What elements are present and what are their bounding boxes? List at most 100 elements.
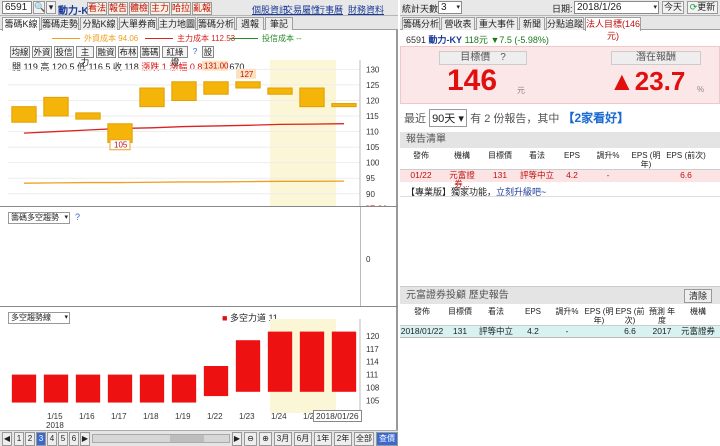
chart-tool-9[interactable]: 設 (202, 46, 214, 58)
chevron-down-icon: ▾ (456, 4, 460, 11)
tab-2[interactable]: 分點K線 (80, 17, 118, 30)
search-icon[interactable]: 🔍 (33, 1, 45, 14)
page-button-1[interactable]: 2 (25, 432, 35, 446)
date-toolbar: 統計天數: 3 ▾ 日期: 2018/1/26 ▾ 今天 ⟳更新 (400, 0, 720, 16)
tab-7[interactable]: 筆記 (265, 17, 293, 30)
report-list-empty (400, 196, 720, 286)
listHead-cell-1: 機構 (454, 151, 470, 160)
page-button-2[interactable]: 3 (36, 432, 46, 446)
range-button-1[interactable]: 6月 (294, 432, 312, 446)
year-label: 2018 (46, 421, 64, 430)
listHead-cell-0: 發佈 (413, 151, 429, 160)
zoom-in-icon[interactable]: ⊕ (259, 432, 272, 446)
trend-select[interactable]: 籌碼多空趨勢 ▾ (8, 212, 70, 224)
report-tabs: 籌碼分析 營收表 重大事件 新聞 分點追蹤 法人目標(146元) (400, 16, 720, 41)
candle (267, 87, 293, 95)
report-tab-1[interactable]: 營收表 (441, 17, 475, 30)
toolbar-button-1[interactable]: 報告 (108, 2, 128, 15)
legend-label-1: 主力成本 112.53 (177, 34, 236, 43)
report-tab-2[interactable]: 重大事件 (476, 17, 518, 30)
toolbar-link-1[interactable]: 交易屬性 (284, 3, 320, 16)
chart-tool-0[interactable]: 均線 (10, 46, 30, 58)
toolbar-link-2[interactable]: 行事曆 (316, 3, 343, 16)
tab-6[interactable]: 週報 (236, 17, 264, 30)
help-icon[interactable]: ? (500, 52, 506, 63)
chart-tool-4[interactable]: 融資 (96, 46, 116, 58)
candle (139, 87, 165, 108)
tab-4[interactable]: 主力地圖 (158, 17, 196, 30)
report-tab-4[interactable]: 分點追蹤 (546, 17, 584, 30)
tab-5[interactable]: 籌碼分析 (197, 17, 235, 30)
chevron-down-icon: ▾ (653, 4, 657, 11)
chart-tool-2[interactable]: 投信 (54, 46, 74, 58)
range-button-2[interactable]: 1年 (314, 432, 332, 446)
chart-tool-6[interactable]: 籌碼 (140, 46, 160, 58)
scroll-left-icon[interactable]: ◀ (2, 432, 12, 446)
scrollbar-thumb[interactable] (170, 435, 204, 442)
histRow-cell-3: 4.2 (527, 326, 539, 336)
report-tab-5[interactable]: 法人目標(146元) (585, 17, 641, 41)
today-button[interactable]: 今天 (662, 1, 684, 14)
date-picker[interactable]: 2018/1/26 ▾ (574, 1, 659, 14)
range-button-5[interactable]: 查價 (376, 432, 398, 446)
toolbar-button-5[interactable]: 亂報 (192, 2, 212, 15)
stock-change: ▼7.5 (-5.98%) (490, 35, 549, 45)
toolbar-button-2[interactable]: 體檢 (129, 2, 149, 15)
chevron-down-icon[interactable]: ▾ (46, 1, 56, 14)
toolbar-button-3[interactable]: 主力 (150, 2, 170, 15)
range-button-0[interactable]: 3月 (274, 432, 292, 446)
chart-tool-7[interactable]: 紅綠燈 (162, 46, 188, 67)
page-button-3[interactable]: 4 (47, 432, 57, 446)
y-tick-label: 110 (366, 128, 379, 137)
tab-0[interactable]: 籌碼K線 (2, 17, 40, 31)
toolbar-button-0[interactable]: 看法 (87, 2, 107, 15)
histRow-cell-2: 評等中立 (478, 326, 513, 336)
y-tick-label: 115 (366, 112, 379, 121)
toolbar-link-0[interactable]: 個股資訊 (252, 3, 288, 16)
range-button-4[interactable]: 全部 (354, 432, 374, 446)
axis-line (360, 207, 361, 307)
target-label-text: 目標價 (460, 52, 491, 63)
toolbar-button-4[interactable]: 哈拉 (171, 2, 191, 15)
tab-1[interactable]: 籌碼走勢 (41, 17, 79, 30)
toolbar-link-3[interactable]: 財務資料 (348, 3, 384, 16)
histHead-cell-6: EPS (前次) (615, 307, 645, 325)
y-tick-label: 114 (366, 358, 379, 367)
x-date-label: 1/16 (79, 412, 95, 421)
power-bar (171, 374, 197, 403)
x-date-label: 1/23 (239, 412, 255, 421)
report-tab-0[interactable]: 籌碼分析 (402, 17, 440, 30)
table-row[interactable]: 2018/01/22 131 評等中立 4.2 - 6.6 2017 元富證券 (400, 326, 720, 338)
report-filter: 最近 90天 ▾ 有 2 份報告，其中 【2家看好】 (404, 109, 629, 127)
help-icon[interactable]: ? (75, 212, 80, 222)
chart-tool-3[interactable]: 主力 (76, 46, 94, 67)
chart-tool-8[interactable]: ? (190, 46, 200, 58)
chart-tool-1[interactable]: 外資 (32, 46, 52, 58)
scroll-right-icon[interactable]: ▶ (80, 432, 90, 446)
x-date-label: 1/17 (111, 412, 127, 421)
chart-tool-5[interactable]: 布林 (118, 46, 138, 58)
scroll-end-icon[interactable]: ▶ (232, 432, 242, 446)
report-tab-3[interactable]: 新聞 (519, 17, 545, 30)
range-button-3[interactable]: 2年 (334, 432, 352, 446)
y-tick-label: 100 (366, 159, 380, 168)
zoom-out-icon[interactable]: ⊖ (244, 432, 257, 446)
x-date-label: 1/22 (207, 412, 223, 421)
listRow-cell-4: 4.2 (566, 170, 578, 180)
days-filter-select[interactable]: 90天 ▾ (429, 109, 468, 127)
days-select[interactable]: 3 ▾ (438, 1, 462, 14)
histRow-cell-4: - (565, 326, 569, 336)
tab-3[interactable]: 大單券商 (119, 17, 157, 30)
bottom-bar: ◀ 1 2 3 4 5 6 ▶ ▶ ⊖ ⊕ 3月 6月 1年 2年 全部 查價 (0, 430, 398, 446)
scrollbar[interactable] (92, 434, 230, 443)
report-count: 2 (484, 113, 491, 125)
refresh-button[interactable]: ⟳更新 (687, 1, 718, 14)
listHead-cell-3: 看法 (529, 151, 545, 160)
page-button-0[interactable]: 1 (14, 432, 24, 446)
table-row[interactable]: 01/22 元富證券... 131 評等中立 4.2-6.6 (400, 170, 720, 189)
page-button-4[interactable]: 5 (58, 432, 68, 446)
stock-code-input[interactable]: 6591 (2, 1, 32, 14)
y-tick-label: 117 (366, 345, 379, 354)
page-button-5[interactable]: 6 (69, 432, 79, 446)
clear-button[interactable]: 清除 (684, 289, 712, 303)
